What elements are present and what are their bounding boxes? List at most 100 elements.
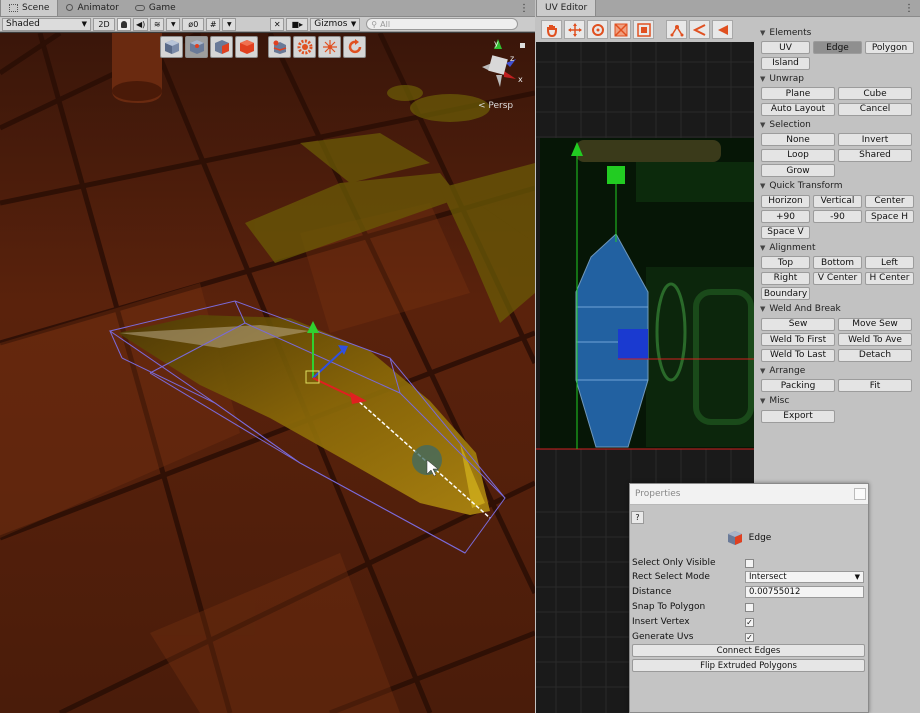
- select-only-visible-checkbox[interactable]: [745, 558, 754, 568]
- tab-uv-editor[interactable]: UV Editor: [536, 0, 597, 16]
- face-mode-icon[interactable]: [235, 36, 258, 58]
- fit-button[interactable]: Fit: [838, 379, 912, 393]
- section-weld-and-break[interactable]: ▼ Weld And Break: [758, 302, 920, 317]
- vertex-mode-icon[interactable]: [185, 36, 208, 58]
- tab-animator[interactable]: Animator: [58, 0, 126, 16]
- move-sew-button[interactable]: Move Sew: [838, 317, 912, 331]
- loop-button[interactable]: Loop: [761, 148, 835, 162]
- weld-to-last-button[interactable]: Weld To Last: [761, 348, 835, 362]
- edge-button[interactable]: Edge: [813, 41, 862, 55]
- tab-game[interactable]: Game: [127, 0, 184, 16]
- face-select-icon[interactable]: [712, 20, 733, 39]
- settings-gear-icon[interactable]: [293, 36, 316, 58]
- help-button[interactable]: ?: [631, 511, 644, 524]
- shading-mode-dropdown[interactable]: Shaded ▼: [2, 17, 91, 31]
- polygon-button[interactable]: Polygon: [865, 41, 914, 55]
- rotate-plus-90-button[interactable]: +90: [761, 210, 810, 224]
- center-button[interactable]: Center: [865, 194, 914, 208]
- invert-button[interactable]: Invert: [838, 133, 912, 147]
- none-button[interactable]: None: [761, 133, 835, 147]
- orientation-gizmo[interactable]: y z x: [470, 37, 530, 92]
- insert-edge-loop-icon[interactable]: [268, 36, 291, 58]
- align-right-button[interactable]: Right: [761, 271, 810, 285]
- space-v-button[interactable]: Space V: [761, 225, 810, 239]
- auto-layout-button[interactable]: Auto Layout: [761, 102, 835, 116]
- close-icon[interactable]: [854, 488, 866, 500]
- rotate-icon[interactable]: [587, 20, 608, 39]
- gizmos-dropdown[interactable]: Gizmos ▼: [310, 17, 361, 31]
- rect-select-mode-dropdown[interactable]: Intersect ▼: [745, 571, 864, 583]
- weld-to-first-button[interactable]: Weld To First: [761, 333, 835, 347]
- uv-toolbar: [536, 17, 754, 42]
- connect-edges-button[interactable]: Connect Edges: [632, 644, 865, 657]
- rect-icon[interactable]: [633, 20, 654, 39]
- edge-mode-icon[interactable]: [210, 36, 233, 58]
- align-top-button[interactable]: Top: [761, 256, 810, 270]
- sew-button[interactable]: Sew: [761, 317, 835, 331]
- packing-button[interactable]: Packing: [761, 379, 835, 393]
- horizon-button[interactable]: Horizon: [761, 194, 810, 208]
- scene-search-input[interactable]: ⚲ All: [366, 18, 519, 30]
- scale-icon[interactable]: [610, 20, 631, 39]
- vertex-select-icon[interactable]: [666, 20, 687, 39]
- section-selection[interactable]: ▼ Selection: [758, 117, 920, 132]
- grid-dropdown[interactable]: ▼: [222, 17, 237, 31]
- section-elements[interactable]: ▼ Elements: [758, 25, 920, 40]
- export-button[interactable]: Export: [761, 409, 835, 423]
- edge-select-icon[interactable]: [689, 20, 710, 39]
- vertical-button[interactable]: Vertical: [813, 194, 862, 208]
- align-left-button[interactable]: Left: [865, 256, 914, 270]
- weld-to-ave-button[interactable]: Weld To Ave: [838, 333, 912, 347]
- rotate-minus-90-button[interactable]: -90: [813, 210, 862, 224]
- camera-dropdown[interactable]: ■▸: [286, 17, 309, 31]
- properties-window: Properties ? Edge Select Only Visible Re…: [629, 483, 869, 713]
- effects-icon: ≋: [153, 19, 161, 29]
- generate-uvs-label: Generate Uvs: [632, 632, 694, 642]
- section-misc[interactable]: ▼ Misc: [758, 394, 920, 409]
- section-arrange[interactable]: ▼ Arrange: [758, 363, 920, 378]
- grid-toggle-button[interactable]: #: [206, 17, 221, 31]
- lighting-toggle-button[interactable]: [117, 17, 131, 31]
- move-icon[interactable]: [564, 20, 585, 39]
- space-h-button[interactable]: Space H: [865, 210, 914, 224]
- generate-uvs-checkbox[interactable]: ✓: [745, 632, 754, 642]
- projection-label[interactable]: < Persp: [478, 101, 513, 111]
- flip-extruded-polygons-button[interactable]: Flip Extruded Polygons: [632, 659, 865, 672]
- uv-button[interactable]: UV: [761, 41, 810, 55]
- snap-to-polygon-checkbox[interactable]: [745, 602, 754, 612]
- scene-viewport[interactable]: y z x < Persp: [0, 33, 535, 713]
- distance-label[interactable]: Distance: [632, 587, 745, 597]
- gamepad-icon: [134, 4, 145, 11]
- properties-title-bar[interactable]: Properties: [630, 484, 868, 505]
- hand-icon[interactable]: [541, 20, 562, 39]
- island-button[interactable]: Island: [761, 56, 810, 70]
- cancel-button[interactable]: Cancel: [838, 102, 912, 116]
- shared-button[interactable]: Shared: [838, 148, 912, 162]
- uv-tab-menu-icon[interactable]: ⋮: [904, 3, 914, 14]
- audio-toggle-button[interactable]: ◀): [133, 17, 149, 31]
- tools-button[interactable]: ✕: [270, 17, 285, 31]
- grow-button[interactable]: Grow: [761, 164, 835, 178]
- boundary-button[interactable]: Boundary: [761, 287, 810, 301]
- section-quick-transform[interactable]: ▼ Quick Transform: [758, 179, 920, 194]
- insert-vertex-checkbox[interactable]: ✓: [745, 617, 754, 627]
- effects-toggle-button[interactable]: ≋: [150, 17, 165, 31]
- reset-rotation-icon[interactable]: [343, 36, 366, 58]
- tab-menu-icon[interactable]: ⋮: [519, 3, 529, 14]
- section-alignment[interactable]: ▼ Alignment: [758, 240, 920, 255]
- align-v-center-button[interactable]: V Center: [813, 271, 862, 285]
- align-bottom-button[interactable]: Bottom: [813, 256, 862, 270]
- toggle-2d-button[interactable]: 2D: [93, 17, 115, 31]
- distance-field[interactable]: 0.00755012: [745, 586, 864, 598]
- align-h-center-button[interactable]: H Center: [865, 271, 914, 285]
- chevron-down-icon: ▼: [760, 366, 766, 375]
- center-pivot-icon[interactable]: [318, 36, 341, 58]
- plane-button[interactable]: Plane: [761, 87, 835, 101]
- effects-dropdown[interactable]: ▼: [166, 17, 181, 31]
- detach-button[interactable]: Detach: [838, 348, 912, 362]
- cube-button[interactable]: Cube: [838, 87, 912, 101]
- object-mode-icon[interactable]: [160, 36, 183, 58]
- tab-scene[interactable]: Scene: [0, 0, 59, 16]
- hidden-objects-toggle[interactable]: ø 0: [182, 17, 205, 31]
- section-unwrap[interactable]: ▼ Unwrap: [758, 71, 920, 86]
